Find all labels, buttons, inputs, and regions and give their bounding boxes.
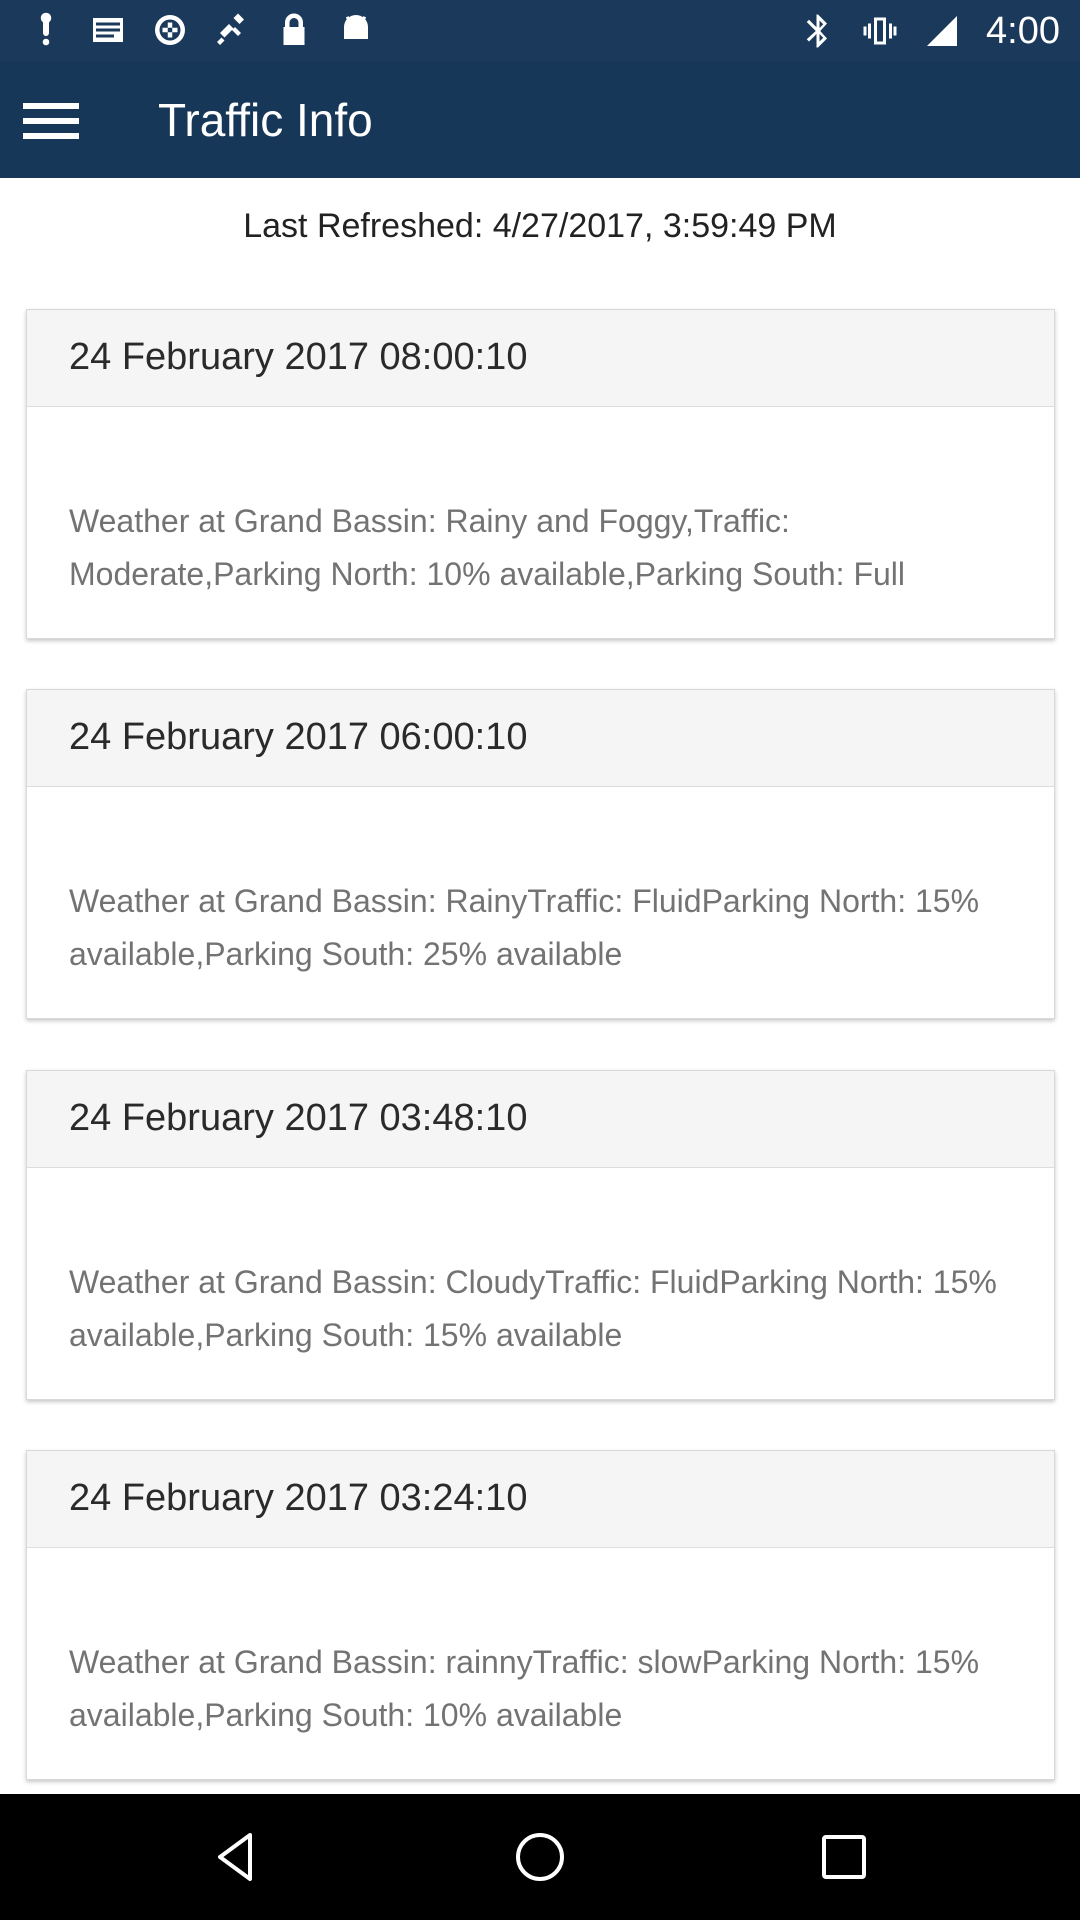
status-bar: 4:00 — [0, 0, 1080, 62]
message-icon — [90, 12, 126, 48]
card-body: Weather at Grand Bassin: CloudyTraffic: … — [69, 1264, 997, 1353]
traffic-card[interactable]: 24 February 2017 06:00:10 Weather at Gra… — [26, 689, 1055, 1019]
app-bar: Traffic Info — [0, 62, 1080, 178]
card-title: 24 February 2017 03:24:10 — [27, 1451, 1054, 1548]
card-title: 24 February 2017 06:00:10 — [27, 690, 1054, 787]
notification-icon — [28, 12, 64, 48]
page-title: Traffic Info — [158, 94, 373, 146]
no-disturb-icon — [152, 12, 188, 48]
home-icon[interactable] — [510, 1827, 570, 1887]
card-body: Weather at Grand Bassin: Rainy and Foggy… — [69, 503, 905, 592]
vibrate-icon — [862, 13, 898, 49]
hamburger-menu-icon[interactable] — [18, 88, 84, 154]
last-refreshed-text: Last Refreshed: 4/27/2017, 3:59:49 PM — [243, 207, 837, 245]
card-body: Weather at Grand Bassin: rainnyTraffic: … — [69, 1644, 980, 1733]
status-time: 4:00 — [986, 10, 1060, 52]
signal-icon — [924, 13, 960, 49]
recents-icon[interactable] — [814, 1827, 874, 1887]
card-title: 24 February 2017 03:48:10 — [27, 1071, 1054, 1168]
card-title: 24 February 2017 08:00:10 — [27, 310, 1054, 407]
bluetooth-icon — [800, 13, 836, 49]
traffic-card[interactable]: 24 February 2017 03:24:10 Weather at Gra… — [26, 1450, 1055, 1780]
back-icon[interactable] — [206, 1827, 266, 1887]
traffic-card[interactable]: 24 February 2017 03:48:10 Weather at Gra… — [26, 1070, 1055, 1400]
android-icon — [338, 12, 374, 48]
lock-icon — [276, 12, 312, 48]
navigation-bar — [0, 1794, 1080, 1920]
card-body: Weather at Grand Bassin: RainyTraffic: F… — [69, 883, 980, 972]
fake-gps-icon — [214, 12, 250, 48]
traffic-card[interactable]: 24 February 2017 08:00:10 Weather at Gra… — [26, 309, 1055, 639]
